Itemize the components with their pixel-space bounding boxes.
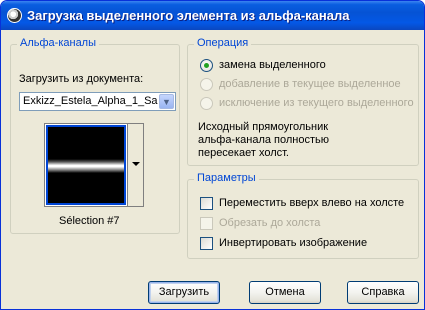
radio-add-label: добавление в текущее выделенное bbox=[219, 78, 401, 90]
operation-group: Операция замена выделенного добавление в… bbox=[187, 37, 419, 166]
checkbox-invert-image-label: Инвертировать изображение bbox=[219, 237, 368, 249]
operation-note-line-1: Исходный прямоугольник bbox=[198, 121, 329, 133]
radio-add-selection[interactable] bbox=[200, 78, 213, 91]
operation-note-line-2: альфа-канала полностью bbox=[198, 134, 330, 146]
app-icon bbox=[7, 8, 22, 23]
document-select[interactable]: Exkizz_Estela_Alpha_1_Sa ▼ bbox=[19, 92, 176, 111]
triangle-down-icon bbox=[132, 162, 140, 166]
checkbox-crop-to-canvas[interactable] bbox=[200, 217, 213, 230]
dialog-client: Альфа-каналы Загрузить из документа: Exk… bbox=[4, 30, 421, 306]
preview-band bbox=[48, 158, 124, 173]
chevron-down-icon[interactable]: ▼ bbox=[159, 94, 174, 109]
checkbox-invert-image[interactable] bbox=[200, 237, 213, 250]
parameters-group: Параметры Переместить вверх влево на хол… bbox=[187, 172, 419, 259]
load-from-document-label: Загрузить из документа: bbox=[19, 73, 144, 85]
document-select-value: Exkizz_Estela_Alpha_1_Sa bbox=[23, 95, 158, 107]
title-bar[interactable]: Загрузка выделенного элемента из альфа-к… bbox=[1, 1, 424, 30]
dialog-window: Загрузка выделенного элемента из альфа-к… bbox=[0, 0, 425, 310]
radio-replace-label: замена выделенного bbox=[219, 59, 326, 71]
cancel-button[interactable]: Отмена bbox=[249, 281, 321, 304]
checkbox-move-top-left-label: Переместить вверх влево на холсте bbox=[219, 197, 405, 209]
alpha-channel-preview bbox=[44, 123, 128, 207]
selection-name: Sélection #7 bbox=[59, 215, 120, 227]
operation-legend: Операция bbox=[194, 37, 252, 49]
load-button[interactable]: Загрузить bbox=[148, 281, 220, 304]
radio-subtract-selection[interactable] bbox=[200, 97, 213, 110]
radio-subtract-label: исключение из текущего выделенного bbox=[219, 97, 414, 109]
window-title: Загрузка выделенного элемента из альфа-к… bbox=[27, 8, 350, 23]
checkbox-move-top-left[interactable] bbox=[200, 197, 213, 210]
alpha-channels-legend: Альфа-каналы bbox=[17, 37, 100, 49]
preview-image bbox=[46, 125, 126, 205]
alpha-channels-group: Альфа-каналы Загрузить из документа: Exk… bbox=[10, 37, 180, 234]
parameters-legend: Параметры bbox=[194, 172, 259, 184]
channel-dropdown-button[interactable] bbox=[128, 123, 144, 207]
checkbox-crop-to-canvas-label: Обрезать до холста bbox=[219, 217, 321, 229]
radio-selected-dot bbox=[204, 63, 209, 68]
operation-note-line-3: пересекает холст. bbox=[198, 147, 289, 159]
help-button[interactable]: Справка bbox=[347, 281, 419, 304]
radio-replace-selection[interactable] bbox=[200, 59, 213, 72]
